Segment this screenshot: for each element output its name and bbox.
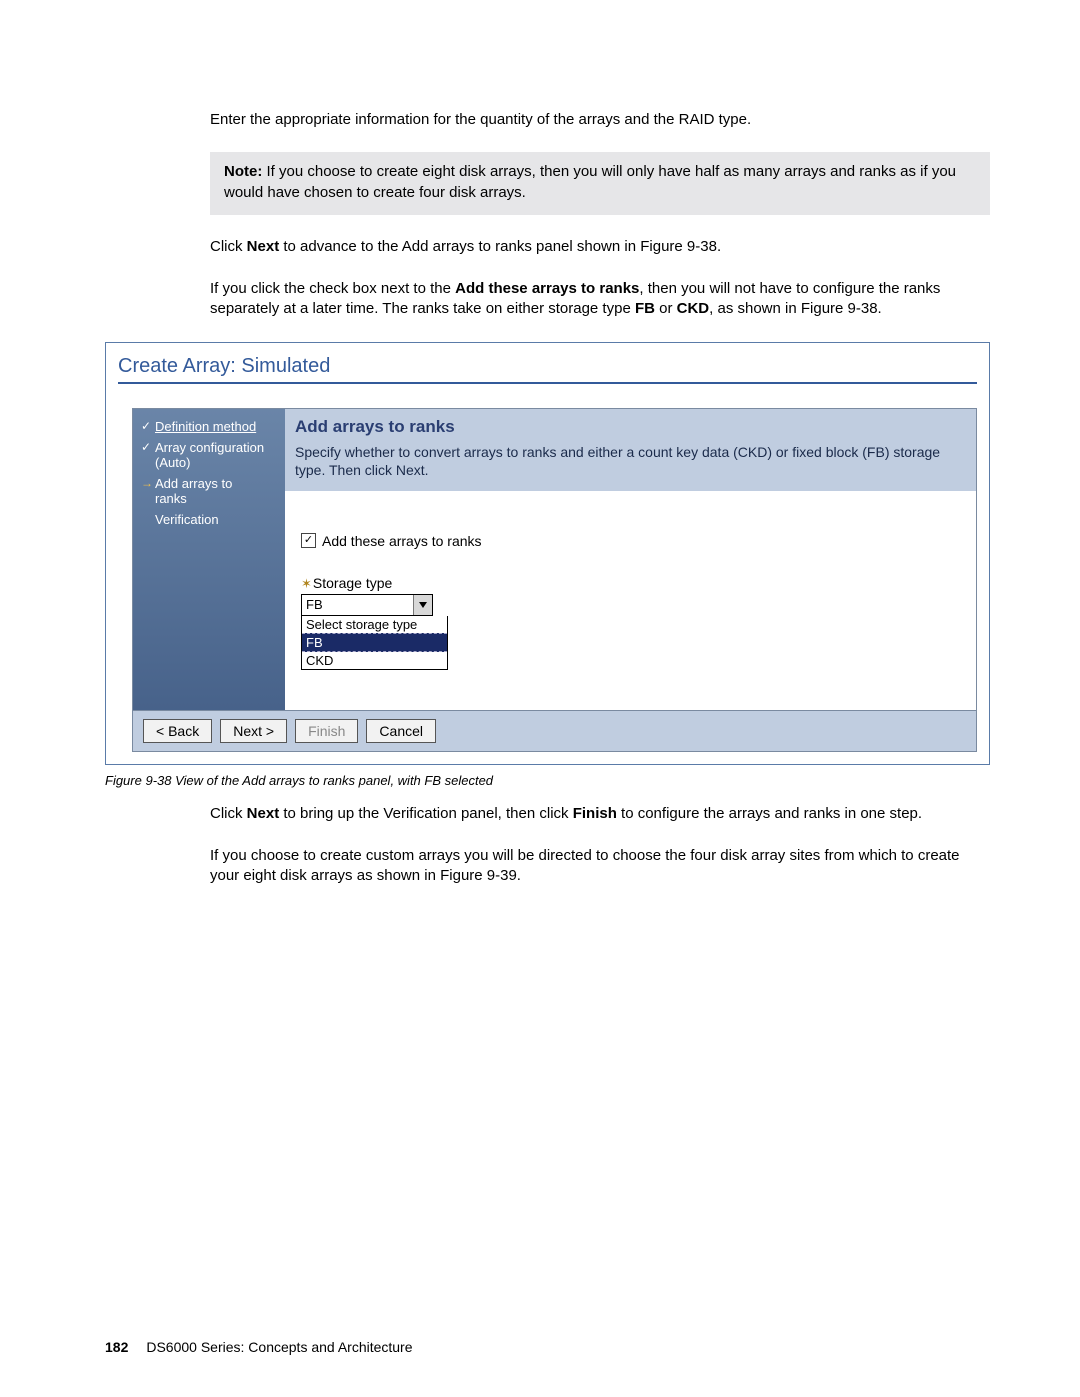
finish-button: Finish [295,719,358,743]
step-label: Definition method [155,419,277,434]
step-definition-method[interactable]: ✓ Definition method [141,419,277,434]
option-fb[interactable]: FB [302,633,447,652]
chevron-down-icon[interactable] [413,595,432,615]
note-box: Note: If you choose to create eight disk… [210,152,990,215]
option-ckd[interactable]: CKD [302,652,447,669]
note-text: If you choose to create eight disk array… [224,163,956,200]
next-button[interactable]: Next > [220,719,287,743]
paragraph: Enter the appropriate information for th… [210,110,990,130]
figure-panel: Create Array: Simulated ✓ Definition met… [105,342,990,765]
add-arrays-checkbox[interactable]: ✓ [301,533,316,548]
option-select-storage-type[interactable]: Select storage type [302,616,447,633]
field-label: Storage type [313,575,392,591]
wizard: ✓ Definition method ✓ Array configuratio… [132,408,977,710]
panel-title: Add arrays to ranks [295,417,966,437]
step-verification: Verification [141,512,277,527]
select-value: FB [302,597,413,612]
step-label: Verification [155,512,277,527]
step-label: Array configuration (Auto) [155,440,277,470]
figure-title: Create Array: Simulated [106,343,989,382]
cancel-button[interactable]: Cancel [366,719,436,743]
page-number: 182 [105,1339,128,1355]
check-icon: ✓ [141,440,155,454]
step-label: Add arrays to ranks [155,476,277,506]
paragraph: If you choose to create custom arrays yo… [210,846,990,887]
wizard-main: Add arrays to ranks Specify whether to c… [285,409,976,710]
back-button[interactable]: < Back [143,719,212,743]
divider [118,382,977,384]
paragraph: If you click the check box next to the A… [210,279,990,320]
figure-caption: Figure 9-38 View of the Add arrays to ra… [105,773,990,788]
storage-type-options: Select storage type FB CKD [301,616,448,670]
wizard-sidebar: ✓ Definition method ✓ Array configuratio… [133,409,285,710]
arrow-right-icon: → [141,476,155,490]
step-array-config[interactable]: ✓ Array configuration (Auto) [141,440,277,470]
paragraph: Click Next to bring up the Verification … [210,804,990,824]
note-label: Note: [224,163,262,180]
paragraph: Click Next to advance to the Add arrays … [210,237,990,257]
book-title: DS6000 Series: Concepts and Architecture [146,1339,412,1355]
checkbox-label: Add these arrays to ranks [322,533,482,549]
step-add-arrays[interactable]: → Add arrays to ranks [141,476,277,506]
wizard-body: ✓ Add these arrays to ranks ✶Storage typ… [285,491,976,710]
page-footer: 182 DS6000 Series: Concepts and Architect… [105,1339,413,1355]
check-icon: ✓ [141,419,155,433]
required-icon: ✶ [301,576,312,591]
panel-description: Specify whether to convert arrays to ran… [295,443,966,479]
storage-type-select[interactable]: FB [301,594,433,616]
wizard-button-bar: < Back Next > Finish Cancel [132,710,977,752]
wizard-header: Add arrays to ranks Specify whether to c… [285,409,976,491]
